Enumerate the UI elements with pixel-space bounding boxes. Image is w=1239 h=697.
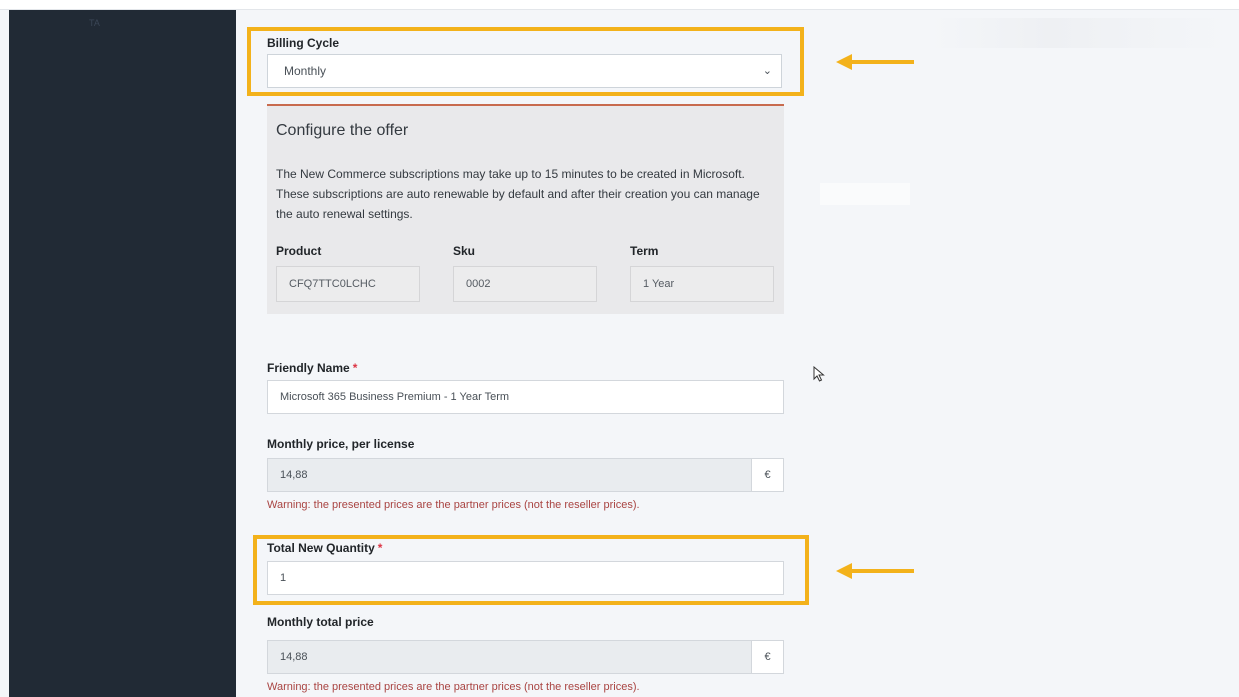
sku-field: 0002 — [453, 266, 597, 302]
sidebar-brand-text: TA — [89, 18, 100, 28]
background-artifact — [820, 183, 910, 205]
highlight-box-quantity — [253, 535, 809, 605]
arrow-left-icon — [836, 54, 914, 70]
price-warning: Warning: the presented prices are the pa… — [267, 499, 640, 511]
term-field: 1 Year — [630, 266, 774, 302]
total-price-warning: Warning: the presented prices are the pa… — [267, 681, 640, 693]
card-description: The New Commerce subscriptions may take … — [276, 167, 760, 221]
mouse-pointer-icon — [813, 366, 825, 382]
configure-offer-card: Configure the offer The New Commerce sub… — [267, 104, 784, 314]
monthly-total-label: Monthly total price — [267, 615, 374, 629]
monthly-price-field: 14,88 — [267, 458, 752, 492]
required-mark: * — [352, 361, 358, 375]
currency-addon: € — [751, 458, 784, 492]
product-label: Product — [276, 244, 322, 258]
sku-label: Sku — [453, 244, 476, 258]
product-field: CFQ7TTC0LCHC — [276, 266, 420, 302]
friendly-name-input[interactable]: Microsoft 365 Business Premium - 1 Year … — [267, 380, 784, 414]
currency-addon: € — [751, 640, 784, 674]
highlight-box-billing-cycle — [247, 27, 804, 96]
card-title: Configure the offer — [276, 122, 409, 139]
background-artifact — [930, 18, 1230, 48]
sidebar: TA — [9, 10, 236, 697]
monthly-price-label: Monthly price, per license — [267, 437, 415, 451]
arrow-left-icon — [836, 563, 914, 579]
friendly-name-label: Friendly Name * — [267, 361, 358, 375]
term-label: Term — [630, 244, 659, 258]
monthly-total-field: 14,88 — [267, 640, 752, 674]
top-border — [0, 0, 1239, 10]
